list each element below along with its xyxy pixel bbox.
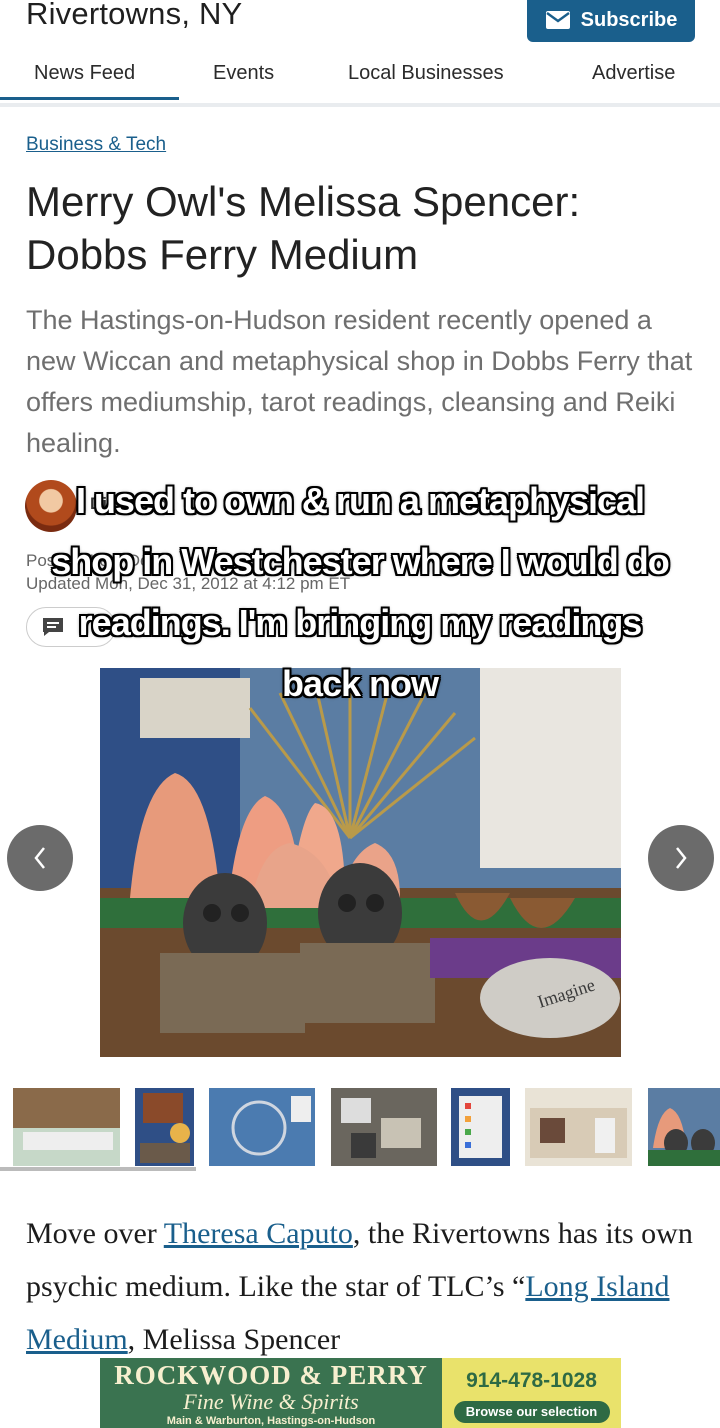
ad-address: Main & Warburton, Hastings-on-Hudson <box>166 1415 376 1427</box>
mail-icon <box>545 11 570 29</box>
gallery-thumbnail[interactable] <box>209 1088 315 1166</box>
ad-brand-panel: ROCKWOOD & PERRY Fine Wine & Spirits Mai… <box>100 1358 442 1428</box>
gallery-thumbnail[interactable] <box>451 1088 510 1166</box>
gallery-thumbnail[interactable] <box>525 1088 632 1166</box>
nav-divider <box>0 103 720 107</box>
tab-events[interactable]: Events <box>213 62 274 85</box>
thumbnail-strip-indicator <box>0 1167 196 1171</box>
site-title[interactable]: Rivertowns, NY <box>26 0 242 32</box>
subscribe-button[interactable]: Subscribe <box>527 0 695 42</box>
ad-cta-button[interactable]: Browse our selection <box>453 1401 610 1423</box>
gallery-thumbnail[interactable] <box>648 1088 720 1166</box>
body-text: , Melissa Spencer <box>127 1323 341 1356</box>
tab-advertise[interactable]: Advertise <box>592 62 675 85</box>
advertisement-banner[interactable]: ROCKWOOD & PERRY Fine Wine & Spirits Mai… <box>100 1358 621 1428</box>
ad-phone[interactable]: 914-478-1028 <box>442 1369 621 1393</box>
gallery-thumbnail[interactable] <box>331 1088 437 1166</box>
gallery-next-button[interactable] <box>648 825 714 891</box>
gallery-prev-button[interactable] <box>7 825 73 891</box>
ad-contact-panel: 914-478-1028 Browse our selection <box>442 1358 621 1428</box>
theresa-caputo-link[interactable]: Theresa Caputo <box>164 1217 353 1250</box>
body-text: Move over <box>26 1217 164 1250</box>
article-headline: Merry Owl's Melissa Spencer: Dobbs Ferry… <box>26 178 581 278</box>
gallery-thumbnail[interactable] <box>13 1088 120 1166</box>
photo-illustration: Imagine <box>100 668 621 1057</box>
tab-news-feed[interactable]: News Feed <box>34 62 135 85</box>
article-body: Move over Theresa Caputo, the Rivertowns… <box>26 1207 696 1366</box>
category-link[interactable]: Business & Tech <box>26 134 166 156</box>
subscribe-label: Subscribe <box>580 8 678 31</box>
tab-local-businesses[interactable]: Local Businesses <box>348 62 504 85</box>
chevron-right-icon <box>676 847 687 869</box>
video-caption-overlay: I used to own & run a metaphysical shop … <box>51 480 669 704</box>
ad-brand: ROCKWOOD & PERRY <box>114 1360 428 1390</box>
article-photo[interactable]: Imagine <box>100 668 621 1057</box>
gallery-thumbnail[interactable] <box>135 1088 194 1166</box>
ad-tagline: Fine Wine & Spirits <box>183 1389 359 1414</box>
article-dek: The Hastings-on-Hudson resident recently… <box>26 305 693 458</box>
chevron-left-icon <box>34 847 45 869</box>
active-tab-indicator <box>0 97 179 100</box>
